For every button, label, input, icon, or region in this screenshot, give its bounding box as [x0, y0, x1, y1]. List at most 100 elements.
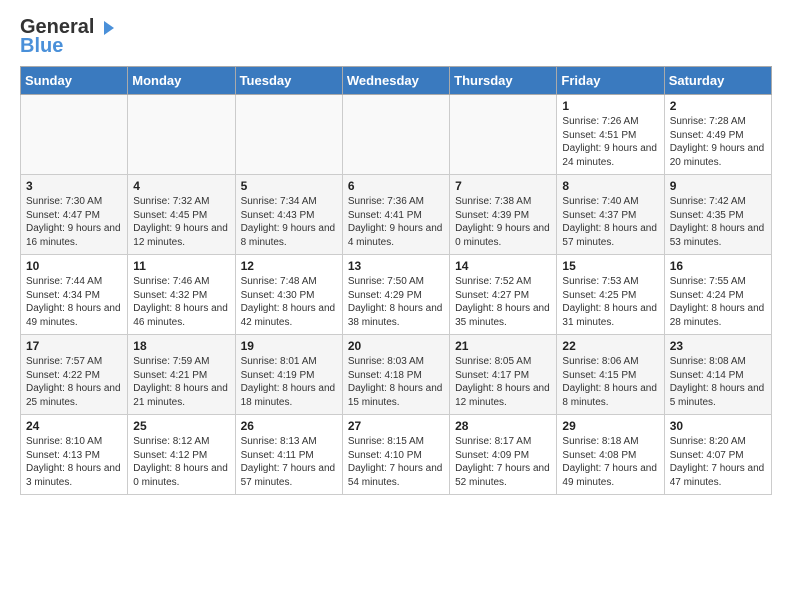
calendar-cell: 7 Sunrise: 7:38 AM Sunset: 4:39 PM Daylig… — [450, 175, 557, 255]
calendar-cell: 28 Sunrise: 8:17 AM Sunset: 4:09 PM Dayli… — [450, 415, 557, 495]
calendar-cell: 25 Sunrise: 8:12 AM Sunset: 4:12 PM Dayli… — [128, 415, 235, 495]
calendar-cell: 24 Sunrise: 8:10 AM Sunset: 4:13 PM Dayli… — [21, 415, 128, 495]
day-number: 6 — [348, 179, 444, 193]
calendar-header-row: SundayMondayTuesdayWednesdayThursdayFrid… — [21, 67, 772, 95]
day-number: 21 — [455, 339, 551, 353]
day-number: 14 — [455, 259, 551, 273]
col-header-tuesday: Tuesday — [235, 67, 342, 95]
calendar-cell: 17 Sunrise: 7:57 AM Sunset: 4:22 PM Dayli… — [21, 335, 128, 415]
day-number: 9 — [670, 179, 766, 193]
cell-content: Sunrise: 7:28 AM Sunset: 4:49 PM Dayligh… — [670, 115, 766, 169]
day-number: 25 — [133, 419, 229, 433]
calendar-cell: 2 Sunrise: 7:28 AM Sunset: 4:49 PM Daylig… — [664, 95, 771, 175]
day-number: 17 — [26, 339, 122, 353]
calendar-cell: 15 Sunrise: 7:53 AM Sunset: 4:25 PM Dayli… — [557, 255, 664, 335]
day-number: 13 — [348, 259, 444, 273]
calendar-cell: 26 Sunrise: 8:13 AM Sunset: 4:11 PM Dayli… — [235, 415, 342, 495]
cell-content: Sunrise: 8:01 AM Sunset: 4:19 PM Dayligh… — [241, 355, 337, 409]
calendar-cell: 13 Sunrise: 7:50 AM Sunset: 4:29 PM Dayli… — [342, 255, 449, 335]
cell-content: Sunrise: 8:13 AM Sunset: 4:11 PM Dayligh… — [241, 435, 337, 489]
calendar-cell: 1 Sunrise: 7:26 AM Sunset: 4:51 PM Daylig… — [557, 95, 664, 175]
calendar-cell: 18Sunrise: 7:59 AM Sunset: 4:21 PM Dayli… — [128, 335, 235, 415]
cell-content: Sunrise: 7:46 AM Sunset: 4:32 PM Dayligh… — [133, 275, 229, 329]
day-number: 28 — [455, 419, 551, 433]
calendar-week-row: 3 Sunrise: 7:30 AM Sunset: 4:47 PM Daylig… — [21, 175, 772, 255]
cell-content: Sunrise: 7:57 AM Sunset: 4:22 PM Dayligh… — [26, 355, 122, 409]
cell-content: Sunrise: 8:17 AM Sunset: 4:09 PM Dayligh… — [455, 435, 551, 489]
cell-content: Sunrise: 7:52 AM Sunset: 4:27 PM Dayligh… — [455, 275, 551, 329]
calendar-cell: 23 Sunrise: 8:08 AM Sunset: 4:14 PM Dayli… — [664, 335, 771, 415]
cell-content: Sunrise: 8:15 AM Sunset: 4:10 PM Dayligh… — [348, 435, 444, 489]
day-number: 2 — [670, 99, 766, 113]
day-number: 29 — [562, 419, 658, 433]
day-number: 30 — [670, 419, 766, 433]
cell-content: Sunrise: 8:05 AM Sunset: 4:17 PM Dayligh… — [455, 355, 551, 409]
day-number: 16 — [670, 259, 766, 273]
calendar-cell: 20 Sunrise: 8:03 AM Sunset: 4:18 PM Dayli… — [342, 335, 449, 415]
cell-content: Sunrise: 7:44 AM Sunset: 4:34 PM Dayligh… — [26, 275, 122, 329]
calendar-week-row: 10 Sunrise: 7:44 AM Sunset: 4:34 PM Dayli… — [21, 255, 772, 335]
logo-blue: Blue — [20, 35, 63, 58]
calendar-cell: 6Sunrise: 7:36 AM Sunset: 4:41 PM Daylig… — [342, 175, 449, 255]
cell-content: Sunrise: 7:38 AM Sunset: 4:39 PM Dayligh… — [455, 195, 551, 249]
calendar-cell: 8Sunrise: 7:40 AM Sunset: 4:37 PM Daylig… — [557, 175, 664, 255]
day-number: 23 — [670, 339, 766, 353]
calendar-cell: 11 Sunrise: 7:46 AM Sunset: 4:32 PM Dayli… — [128, 255, 235, 335]
calendar-cell: 5 Sunrise: 7:34 AM Sunset: 4:43 PM Daylig… — [235, 175, 342, 255]
col-header-thursday: Thursday — [450, 67, 557, 95]
cell-content: Sunrise: 8:03 AM Sunset: 4:18 PM Dayligh… — [348, 355, 444, 409]
logo: General Blue — [20, 16, 118, 58]
cell-content: Sunrise: 8:06 AM Sunset: 4:15 PM Dayligh… — [562, 355, 658, 409]
cell-content: Sunrise: 7:53 AM Sunset: 4:25 PM Dayligh… — [562, 275, 658, 329]
cell-content: Sunrise: 7:50 AM Sunset: 4:29 PM Dayligh… — [348, 275, 444, 329]
calendar-cell — [450, 95, 557, 175]
logo-text-block: General Blue — [20, 16, 118, 58]
day-number: 11 — [133, 259, 229, 273]
calendar-cell: 27Sunrise: 8:15 AM Sunset: 4:10 PM Dayli… — [342, 415, 449, 495]
cell-content: Sunrise: 7:48 AM Sunset: 4:30 PM Dayligh… — [241, 275, 337, 329]
calendar-cell: 16 Sunrise: 7:55 AM Sunset: 4:24 PM Dayli… — [664, 255, 771, 335]
day-number: 3 — [26, 179, 122, 193]
calendar-cell — [21, 95, 128, 175]
calendar-cell: 10 Sunrise: 7:44 AM Sunset: 4:34 PM Dayli… — [21, 255, 128, 335]
cell-content: Sunrise: 7:30 AM Sunset: 4:47 PM Dayligh… — [26, 195, 122, 249]
calendar-week-row: 24 Sunrise: 8:10 AM Sunset: 4:13 PM Dayli… — [21, 415, 772, 495]
calendar-cell: 3 Sunrise: 7:30 AM Sunset: 4:47 PM Daylig… — [21, 175, 128, 255]
header: General Blue — [20, 16, 772, 58]
cell-content: Sunrise: 8:12 AM Sunset: 4:12 PM Dayligh… — [133, 435, 229, 489]
calendar-table: SundayMondayTuesdayWednesdayThursdayFrid… — [20, 66, 772, 495]
cell-content: Sunrise: 8:08 AM Sunset: 4:14 PM Dayligh… — [670, 355, 766, 409]
logo-arrow-icon — [96, 17, 118, 39]
cell-content: Sunrise: 8:10 AM Sunset: 4:13 PM Dayligh… — [26, 435, 122, 489]
calendar-cell — [342, 95, 449, 175]
day-number: 5 — [241, 179, 337, 193]
cell-content: Sunrise: 7:34 AM Sunset: 4:43 PM Dayligh… — [241, 195, 337, 249]
day-number: 10 — [26, 259, 122, 273]
col-header-friday: Friday — [557, 67, 664, 95]
cell-content: Sunrise: 7:32 AM Sunset: 4:45 PM Dayligh… — [133, 195, 229, 249]
col-header-sunday: Sunday — [21, 67, 128, 95]
day-number: 7 — [455, 179, 551, 193]
day-number: 8 — [562, 179, 658, 193]
day-number: 20 — [348, 339, 444, 353]
day-number: 18 — [133, 339, 229, 353]
calendar-cell — [235, 95, 342, 175]
logo-container: General Blue — [20, 16, 118, 58]
cell-content: Sunrise: 7:55 AM Sunset: 4:24 PM Dayligh… — [670, 275, 766, 329]
cell-content: Sunrise: 8:20 AM Sunset: 4:07 PM Dayligh… — [670, 435, 766, 489]
calendar-week-row: 1 Sunrise: 7:26 AM Sunset: 4:51 PM Daylig… — [21, 95, 772, 175]
calendar-cell: 19 Sunrise: 8:01 AM Sunset: 4:19 PM Dayli… — [235, 335, 342, 415]
day-number: 24 — [26, 419, 122, 433]
day-number: 19 — [241, 339, 337, 353]
day-number: 12 — [241, 259, 337, 273]
calendar-cell: 29Sunrise: 8:18 AM Sunset: 4:08 PM Dayli… — [557, 415, 664, 495]
calendar-cell: 14 Sunrise: 7:52 AM Sunset: 4:27 PM Dayli… — [450, 255, 557, 335]
day-number: 15 — [562, 259, 658, 273]
cell-content: Sunrise: 7:26 AM Sunset: 4:51 PM Dayligh… — [562, 115, 658, 169]
calendar-cell: 9Sunrise: 7:42 AM Sunset: 4:35 PM Daylig… — [664, 175, 771, 255]
calendar-week-row: 17 Sunrise: 7:57 AM Sunset: 4:22 PM Dayli… — [21, 335, 772, 415]
day-number: 1 — [562, 99, 658, 113]
day-number: 26 — [241, 419, 337, 433]
col-header-monday: Monday — [128, 67, 235, 95]
calendar-cell: 22Sunrise: 8:06 AM Sunset: 4:15 PM Dayli… — [557, 335, 664, 415]
